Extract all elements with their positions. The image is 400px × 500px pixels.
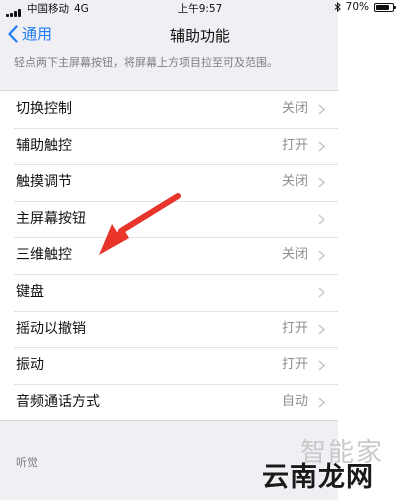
watermark-bottom: 云南龙网 — [262, 462, 374, 493]
red-arrow-annotation — [99, 193, 181, 255]
